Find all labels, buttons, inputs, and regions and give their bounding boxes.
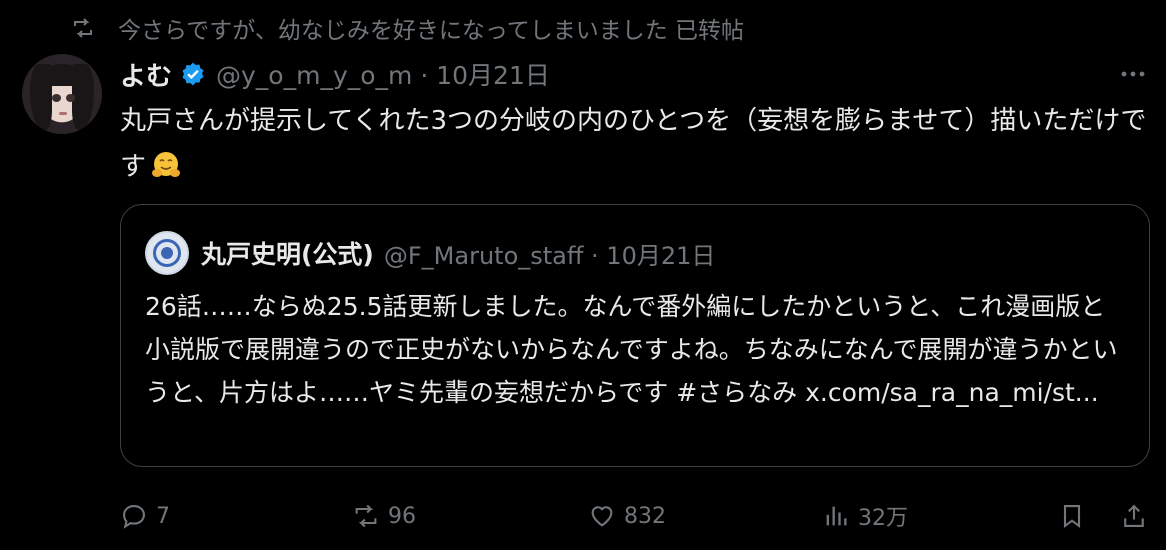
share-icon bbox=[1124, 504, 1144, 527]
bookmark-icon bbox=[1063, 505, 1081, 529]
repost-icon bbox=[355, 504, 377, 528]
repost-count: 96 bbox=[388, 503, 416, 529]
repost-banner[interactable]: 今さらですが、幼なじみを好きになってしまいました 已转帖 bbox=[74, 12, 745, 44]
quoted-author-name[interactable]: 丸戸史明(公式) bbox=[201, 235, 374, 271]
views-button[interactable]: 32万 bbox=[822, 496, 908, 536]
repost-icon bbox=[74, 18, 92, 38]
views-count: 32万 bbox=[858, 506, 908, 531]
reply-icon bbox=[123, 505, 145, 529]
more-icon[interactable] bbox=[1118, 62, 1148, 86]
share-button[interactable] bbox=[1120, 496, 1148, 536]
tweet-text-block: 丸戸さんが提示してくれた3つの分岐の内のひとつを（妄想を膨らませて）描いただけで… bbox=[120, 98, 1150, 190]
author-handle-date[interactable]: @y_o_m_y_o_m · 10月21日 bbox=[216, 56, 550, 92]
like-button[interactable]: 832 bbox=[588, 496, 666, 536]
quoted-avatar[interactable] bbox=[145, 231, 189, 275]
reply-button[interactable]: 7 bbox=[120, 496, 170, 536]
author-name[interactable]: よむ bbox=[120, 56, 172, 93]
like-count: 832 bbox=[624, 503, 666, 529]
heart-icon bbox=[591, 506, 613, 527]
quoted-handle-date[interactable]: @F_Maruto_staff · 10月21日 bbox=[384, 236, 716, 271]
hugging-face-emoji bbox=[152, 152, 181, 177]
quoted-header: 丸戸史明(公式) @F_Maruto_staff · 10月21日 bbox=[201, 235, 715, 271]
quoted-text: 26話……ならぬ25.5話更新しました。なんで番外編にしたかというと、これ漫画版… bbox=[145, 292, 1118, 407]
views-icon bbox=[826, 506, 847, 526]
quoted-tweet-card[interactable]: 丸戸史明(公式) @F_Maruto_staff · 10月21日 26話……な… bbox=[120, 204, 1150, 467]
repost-button[interactable]: 96 bbox=[352, 496, 416, 536]
reply-count: 7 bbox=[156, 503, 170, 529]
avatar[interactable] bbox=[22, 54, 102, 134]
tweet-text: 丸戸さんが提示してくれた3つの分岐の内のひとつを（妄想を膨らませて）描いただけで… bbox=[120, 106, 1147, 182]
repost-banner-text: 今さらですが、幼なじみを好きになってしまいました 已转帖 bbox=[118, 18, 745, 44]
bookmark-button[interactable] bbox=[1058, 496, 1086, 536]
verified-badge-icon bbox=[182, 62, 204, 86]
tweet-header: よむ @y_o_m_y_o_m · 10月21日 bbox=[120, 56, 550, 92]
